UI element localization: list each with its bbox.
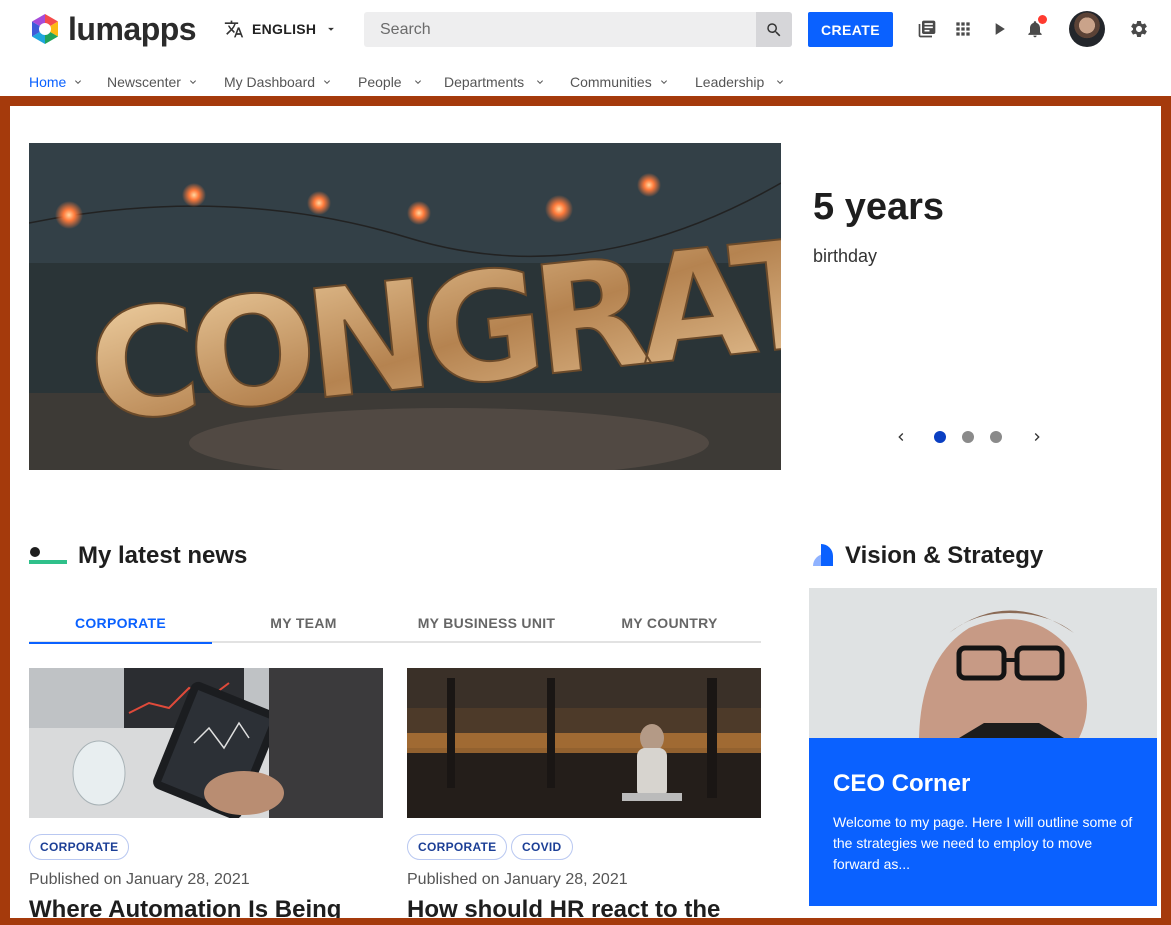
search-bar [364, 12, 792, 47]
page-content: CONGRATS 5 years birthday My latest news… [10, 106, 1161, 918]
news-card-title[interactable]: Where Automation Is Being [29, 896, 341, 918]
settings-button[interactable] [1127, 17, 1151, 41]
play-button[interactable] [987, 17, 1011, 41]
tablet-chart-image [29, 668, 383, 818]
carousel-controls [890, 424, 1050, 448]
ceo-corner-title: CEO Corner [833, 770, 971, 797]
nav-item-label: Home [29, 74, 67, 90]
caret-down-icon [328, 27, 335, 31]
create-button[interactable]: CREATE [808, 12, 893, 47]
play-icon [995, 23, 1005, 35]
news-card-title[interactable]: How should HR react to the [407, 896, 720, 918]
tab-my-country[interactable]: MY COUNTRY [578, 603, 761, 643]
news-section-icon [29, 547, 67, 564]
library-icon [918, 20, 936, 38]
search-icon [767, 22, 781, 36]
notifications-button[interactable] [1023, 15, 1047, 41]
carousel-dot[interactable] [962, 431, 974, 443]
ceo-corner-card[interactable]: CEO Corner Welcome to my page. Here I wi… [809, 738, 1157, 906]
news-published-date: Published on January 28, 2021 [29, 871, 250, 888]
news-card-image[interactable] [29, 668, 383, 818]
nav-item-label: Communities [570, 74, 652, 90]
chevron-down-icon [777, 80, 784, 84]
nav-item-label: Newscenter [107, 74, 181, 90]
airport-image [407, 668, 761, 818]
news-published-date: Published on January 28, 2021 [407, 871, 628, 888]
language-selector[interactable]: ENGLISH [224, 16, 338, 42]
translate-icon [224, 20, 244, 38]
nav-item-communities[interactable]: Communities [570, 74, 670, 90]
chevron-down-icon [324, 80, 331, 84]
ceo-portrait-image [809, 588, 1157, 738]
apps-button[interactable] [951, 17, 975, 41]
apps-grid-icon [956, 22, 970, 36]
news-tag-covid[interactable]: COVID [511, 834, 573, 860]
brand-name: lumapps [68, 10, 197, 47]
nav-item-home[interactable]: Home [29, 74, 84, 90]
nav-item-my-dashboard[interactable]: My Dashboard [224, 74, 333, 90]
news-tag-corporate[interactable]: CORPORATE [407, 834, 508, 860]
tab-my-team[interactable]: MY TEAM [212, 603, 395, 643]
tab-corporate[interactable]: CORPORATE [29, 603, 212, 644]
congrats-balloons-image: CONGRATS [29, 143, 781, 470]
chevron-left-icon [898, 433, 904, 441]
tab-my-business-unit[interactable]: MY BUSINESS UNIT [395, 603, 578, 643]
library-button[interactable] [915, 17, 939, 41]
carousel-prev-button[interactable] [892, 428, 910, 446]
language-label: ENGLISH [252, 21, 317, 37]
notification-badge [1038, 15, 1047, 24]
search-button[interactable] [756, 12, 792, 47]
chevron-right-icon [1034, 433, 1040, 441]
nav-item-label: Leadership [695, 74, 765, 90]
chevron-down-icon [189, 80, 196, 84]
news-section-title: My latest news [78, 542, 248, 569]
gear-icon [1131, 20, 1147, 37]
hero-subtitle: birthday [813, 246, 878, 266]
hero-image[interactable]: CONGRATS [29, 143, 781, 470]
lumapps-logo[interactable]: lumapps [28, 10, 203, 47]
carousel-dot[interactable] [990, 431, 1002, 443]
carousel-dot[interactable] [934, 431, 946, 443]
nav-item-newscenter[interactable]: Newscenter [107, 74, 199, 90]
chevron-down-icon [414, 80, 421, 84]
chevron-down-icon [537, 80, 544, 84]
vision-section-title: Vision & Strategy [845, 542, 1044, 569]
news-tag-corporate[interactable]: CORPORATE [29, 834, 130, 860]
search-input[interactable] [364, 12, 756, 47]
main-navigation: Home Newscenter My Dashboard People Depa… [0, 66, 1171, 96]
nav-item-label: Departments [444, 74, 525, 90]
carousel-next-button[interactable] [1028, 428, 1046, 446]
news-card-image[interactable] [407, 668, 761, 818]
nav-item-people[interactable]: People [358, 74, 424, 90]
user-avatar[interactable] [1069, 11, 1105, 47]
nav-item-label: People [358, 74, 402, 90]
nav-item-leadership[interactable]: Leadership [695, 74, 786, 90]
hero-title: 5 years [813, 186, 945, 228]
ceo-image[interactable] [809, 588, 1157, 738]
nav-item-departments[interactable]: Departments [444, 74, 546, 90]
nav-item-label: My Dashboard [224, 74, 316, 90]
vision-section-icon [813, 544, 833, 566]
top-bar: lumapps ENGLISH CREATE [0, 0, 1171, 58]
ceo-corner-description: Welcome to my page. Here I will outline … [833, 814, 1133, 872]
chevron-down-icon [660, 80, 667, 84]
chevron-down-icon [75, 80, 82, 84]
news-tabs: CORPORATE MY TEAM MY BUSINESS UNIT MY CO… [29, 603, 761, 644]
lumapps-logo-icon [32, 14, 58, 44]
